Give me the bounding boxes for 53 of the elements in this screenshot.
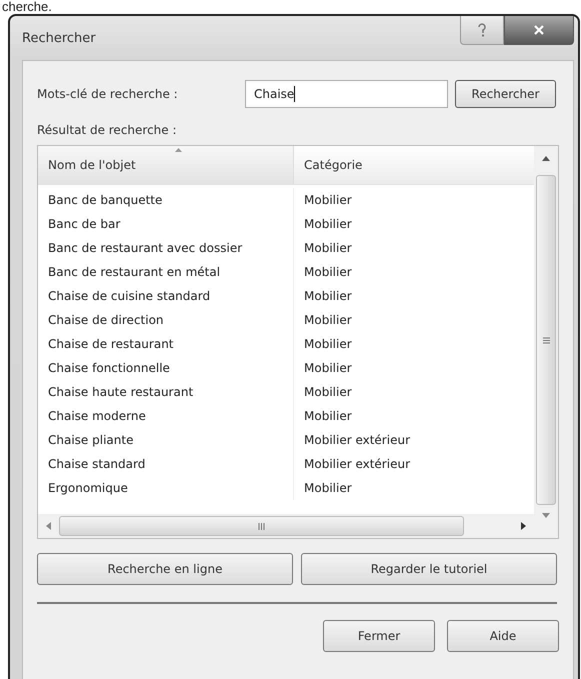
scroll-right-icon bbox=[521, 522, 526, 530]
caption-text: cherche. bbox=[2, 0, 52, 14]
search-button[interactable]: Rechercher bbox=[455, 80, 556, 108]
table-cell-text: Mobilier bbox=[303, 360, 353, 377]
table-cell: Chaise pliante bbox=[38, 428, 294, 452]
table-cell: Banc de restaurant en métal bbox=[38, 260, 294, 284]
column-header[interactable]: Nom de l'objet bbox=[38, 146, 294, 184]
action-button[interactable]: Recherche en ligne bbox=[37, 553, 293, 585]
scroll-down-icon bbox=[542, 513, 550, 518]
table-cell: Ergonomique bbox=[38, 476, 294, 500]
scroll-up-icon bbox=[542, 156, 550, 161]
table-cell-text: Mobilier bbox=[303, 240, 353, 257]
scroll-thumb[interactable] bbox=[536, 175, 556, 505]
table-cell-text: Mobilier extérieur bbox=[303, 456, 411, 473]
horizontal-scrollbar[interactable] bbox=[38, 514, 534, 538]
table-cell: Chaise standard bbox=[38, 452, 294, 476]
action-button[interactable]: Regarder le tutoriel bbox=[301, 553, 557, 585]
table-cell-text: Mobilier bbox=[303, 408, 353, 425]
vertical-scrollbar[interactable] bbox=[534, 146, 558, 538]
results-label: Résultat de recherche : bbox=[37, 123, 178, 139]
search-field[interactable]: Chaise bbox=[245, 80, 448, 108]
table-cell-text: Mobilier bbox=[303, 480, 353, 497]
table-cell-text: Mobilier bbox=[303, 312, 353, 329]
table-cell: Chaise haute restaurant bbox=[38, 380, 294, 404]
grip-icon bbox=[542, 336, 550, 344]
sort-arrow-icon bbox=[175, 148, 182, 152]
dialog-button[interactable]: Fermer bbox=[323, 620, 435, 652]
table-cell: Chaise fonctionnelle bbox=[38, 356, 294, 380]
close-icon bbox=[533, 24, 545, 36]
dialog-button[interactable]: Aide bbox=[447, 620, 559, 652]
table-cell: Banc de restaurant avec dossier bbox=[38, 236, 294, 260]
scroll-left-icon bbox=[46, 522, 51, 530]
window-title: Rechercher bbox=[22, 31, 96, 46]
table-cell: Banc de banquette bbox=[38, 188, 294, 212]
table-cell-text: Mobilier bbox=[303, 264, 353, 281]
table-cell-text: Mobilier bbox=[303, 288, 353, 305]
close-button[interactable] bbox=[504, 16, 574, 45]
table-cell-text: Mobilier bbox=[303, 336, 353, 353]
grip-icon bbox=[258, 522, 265, 530]
table-cell: Banc de bar bbox=[38, 212, 294, 236]
help-icon bbox=[477, 23, 487, 37]
table-cell: Chaise moderne bbox=[38, 404, 294, 428]
search-label: Mots-clé de recherche : bbox=[37, 87, 179, 101]
column-header[interactable]: Catégorie bbox=[294, 146, 534, 184]
help-button[interactable] bbox=[460, 16, 504, 45]
table-cell: Chaise de cuisine standard bbox=[38, 284, 294, 308]
table-cell-text: Mobilier bbox=[303, 384, 353, 401]
table-cell: Chaise de restaurant bbox=[38, 332, 294, 356]
scroll-thumb[interactable] bbox=[59, 516, 464, 536]
table-cell-text: Mobilier extérieur bbox=[303, 432, 411, 449]
table-cell: Chaise de direction bbox=[38, 308, 294, 332]
table-cell-text: Mobilier bbox=[303, 192, 353, 209]
table-cell-text: Mobilier bbox=[303, 216, 353, 233]
